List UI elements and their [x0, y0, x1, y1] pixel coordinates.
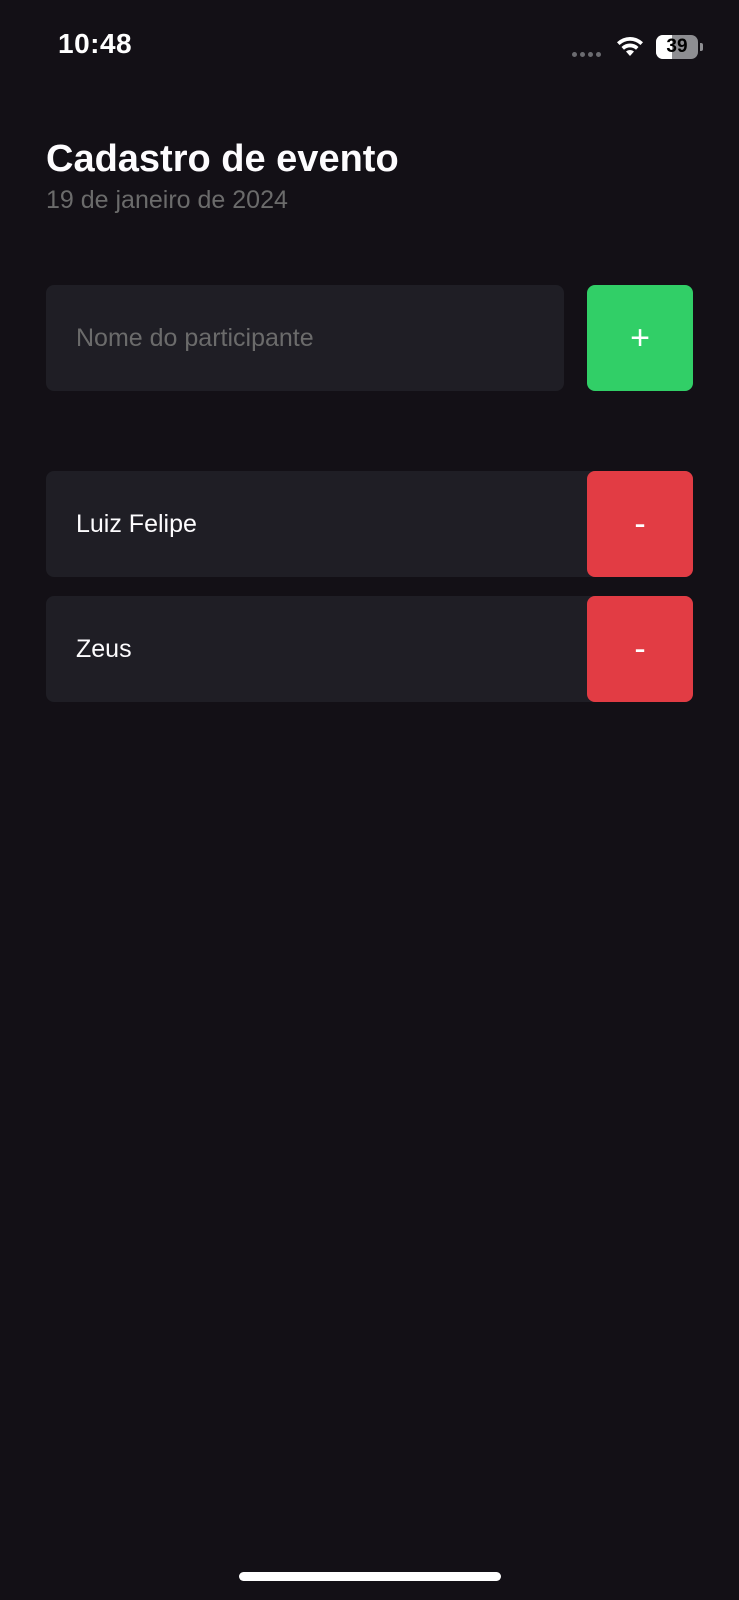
list-item: Luiz Felipe - — [46, 471, 693, 577]
remove-participant-button[interactable]: - — [587, 471, 693, 577]
cellular-signal-icon — [572, 52, 601, 57]
participant-list: Luiz Felipe - Zeus - — [46, 471, 693, 721]
page-title: Cadastro de evento — [46, 138, 399, 180]
status-bar: 10:48 39 — [0, 0, 739, 96]
add-participant-button[interactable]: + — [587, 285, 693, 391]
status-time: 10:48 — [58, 28, 133, 59]
wifi-icon — [617, 36, 643, 56]
battery-level: 39 — [666, 36, 688, 57]
participant-name-input[interactable] — [46, 285, 564, 391]
remove-participant-button[interactable]: - — [587, 596, 693, 702]
participant-name: Zeus — [76, 635, 132, 663]
home-indicator[interactable] — [239, 1572, 501, 1581]
participant-name: Luiz Felipe — [76, 510, 197, 538]
page-subtitle: 19 de janeiro de 2024 — [46, 186, 288, 214]
list-item: Zeus - — [46, 596, 693, 702]
battery-icon: 39 — [656, 35, 703, 59]
